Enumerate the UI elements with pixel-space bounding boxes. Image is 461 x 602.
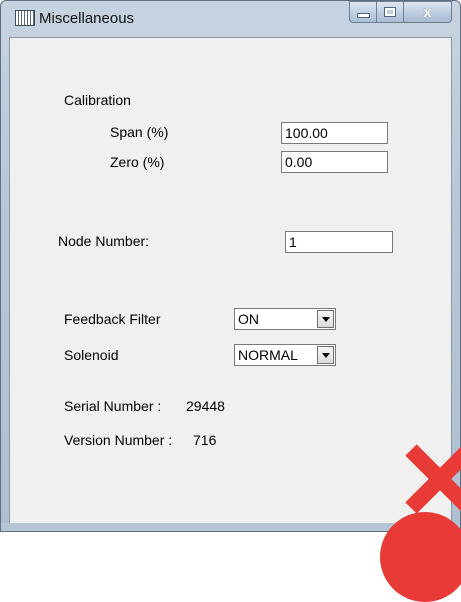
serial-number-value: 29448	[186, 398, 225, 414]
version-number-label: Version Number :	[64, 432, 173, 448]
caption-buttons: x	[349, 1, 452, 23]
close-icon: x	[423, 3, 432, 21]
miscellaneous-window: Miscellaneous x Calibration Span (%) Zer…	[0, 0, 461, 532]
chevron-down-icon	[321, 352, 330, 358]
close-button[interactable]: x	[404, 1, 452, 23]
feedback-filter-value: ON	[238, 311, 259, 327]
client-area: Calibration Span (%) Zero (%) Node Numbe…	[9, 37, 452, 525]
solenoid-label: Solenoid	[64, 347, 119, 363]
minimize-button[interactable]	[349, 1, 377, 23]
solenoid-value: NORMAL	[238, 347, 298, 363]
window-title: Miscellaneous	[39, 10, 135, 27]
zero-input[interactable]	[281, 151, 388, 173]
node-number-label: Node Number:	[58, 233, 150, 249]
node-number-input[interactable]	[285, 231, 393, 253]
chevron-down-icon	[321, 316, 330, 322]
zero-label: Zero (%)	[110, 154, 165, 170]
version-number-value: 716	[193, 432, 217, 448]
solenoid-select[interactable]: NORMAL	[234, 344, 336, 366]
feedback-filter-dropdown-button[interactable]	[317, 310, 334, 328]
serial-number-label: Serial Number :	[64, 398, 162, 414]
span-label: Span (%)	[110, 124, 169, 140]
minimize-icon	[356, 12, 370, 18]
calibration-heading: Calibration	[64, 92, 131, 108]
maximize-icon	[384, 7, 396, 17]
feedback-filter-label: Feedback Filter	[64, 311, 161, 327]
span-input[interactable]	[281, 122, 388, 144]
maximize-button[interactable]	[377, 1, 404, 23]
app-icon	[15, 10, 35, 26]
title-bar[interactable]: Miscellaneous x	[1, 1, 460, 37]
solenoid-dropdown-button[interactable]	[317, 346, 334, 364]
red-x-overlay-icon	[405, 444, 461, 514]
red-circle-overlay	[380, 512, 461, 602]
feedback-filter-select[interactable]: ON	[234, 308, 336, 330]
